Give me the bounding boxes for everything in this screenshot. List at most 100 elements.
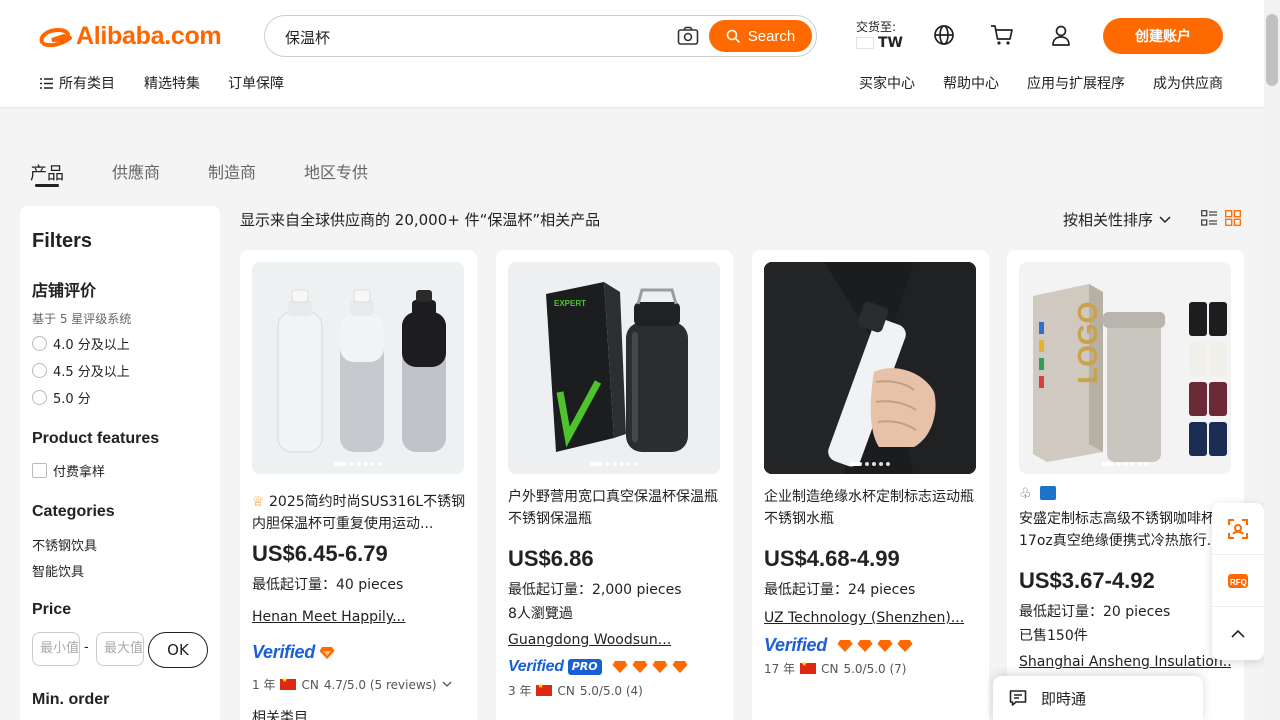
rating-option-4-0[interactable]: 4.0 分及以上: [32, 334, 130, 353]
nav-become-supplier[interactable]: 成为供应商: [1153, 73, 1223, 93]
pro-label: PRO: [567, 659, 602, 675]
rating-option-4-5[interactable]: 4.5 分及以上: [32, 361, 130, 380]
floating-toolbar: RFQ: [1212, 503, 1264, 660]
diamond-icon: [857, 639, 873, 652]
supplier-rating[interactable]: 4.7/5.0 (5 reviews): [324, 678, 437, 692]
tab-manufacturers[interactable]: 制造商: [208, 159, 256, 183]
nav-order-protection[interactable]: 订单保障: [228, 73, 284, 93]
radio-button[interactable]: [32, 390, 47, 405]
price-ok-button[interactable]: OK: [148, 632, 208, 668]
product-title[interactable]: ♕ 2025简约时尚SUS316L不锈钢内胆保温杯可重复使用运动...: [252, 491, 466, 535]
product-title[interactable]: 企业制造绝缘水杯定制标志运动瓶不锈钢水瓶: [764, 486, 978, 530]
feature-option-label: 付费拿样: [53, 465, 106, 480]
search-button[interactable]: Search: [709, 20, 812, 52]
image-scan-icon[interactable]: [1212, 503, 1264, 555]
all-categories-menu[interactable]: 所有类目: [40, 73, 115, 93]
rating-option-label: 5.0 分: [53, 392, 91, 407]
tab-suppliers[interactable]: 供應商: [112, 159, 160, 183]
nav-featured[interactable]: 精选特集: [144, 73, 200, 93]
rfq-icon[interactable]: RFQ: [1212, 555, 1264, 607]
chat-label: 即時通: [1041, 689, 1087, 708]
deliver-label: 交货至:: [856, 20, 897, 34]
chat-bar[interactable]: 即時通: [993, 676, 1203, 720]
verified-badge: Verified: [252, 642, 335, 663]
product-image[interactable]: [252, 262, 464, 474]
price-min-input[interactable]: 最小值: [32, 632, 80, 666]
supplier-meta: 17 年 CN 5.0/5.0 (7): [764, 660, 906, 677]
product-card[interactable]: EXPERT 户外野营用宽口真空保温杯保温瓶不锈钢保温瓶 US$6.86 最低起…: [496, 250, 733, 720]
min-order-heading: Min. order: [32, 691, 110, 708]
radio-button[interactable]: [32, 336, 47, 351]
sort-dropdown[interactable]: 按相关性排序: [1063, 209, 1171, 230]
supplier-rating[interactable]: 5.0/5.0 (7): [843, 662, 906, 676]
verified-label: Verified: [764, 635, 827, 655]
rating-note: 基于 5 星评级系统: [32, 312, 132, 326]
nav-buyer-center[interactable]: 买家中心: [859, 73, 915, 93]
viewed-count: 8人瀏覽過: [508, 606, 573, 622]
rating-option-5-0[interactable]: 5.0 分: [32, 388, 91, 407]
product-image[interactable]: EXPERT: [508, 262, 720, 474]
supplier-country: CN: [557, 683, 575, 698]
active-tab-indicator: [35, 184, 59, 187]
moq-label: 最低起订量：: [252, 577, 336, 593]
nav-help-center[interactable]: 帮助中心: [943, 73, 999, 93]
category-stainless-drinkware[interactable]: 不锈钢饮具: [32, 535, 97, 554]
scrollbar-thumb[interactable]: [1266, 14, 1278, 86]
search-input[interactable]: [285, 25, 665, 49]
price-max-input[interactable]: 最大值: [96, 632, 144, 666]
deliver-country: TW: [878, 35, 903, 51]
radio-button[interactable]: [32, 363, 47, 378]
alibaba-logo[interactable]: Alibaba.com: [38, 22, 222, 51]
cart-icon[interactable]: [990, 24, 1014, 48]
supplier-rating[interactable]: 5.0/5.0 (4): [580, 684, 643, 698]
grid-view-icon[interactable]: [1225, 210, 1241, 226]
supplier-link[interactable]: Henan Meet Happily...: [252, 609, 464, 625]
diamond-icon: [877, 639, 893, 652]
product-card[interactable]: 企业制造绝缘水杯定制标志运动瓶不锈钢水瓶 US$4.68-4.99 最低起订量：…: [752, 250, 989, 720]
nav-apps-extensions[interactable]: 应用与扩展程序: [1027, 73, 1125, 93]
product-image[interactable]: [764, 262, 976, 474]
product-card[interactable]: LOGO ♧ 安盛定制标志高级不锈钢咖啡杯17oz真空绝缘便携式冷热旅行... …: [1007, 250, 1244, 720]
checkbox[interactable]: [32, 463, 47, 478]
features-heading: Product features: [32, 430, 160, 447]
image-search-icon[interactable]: [677, 26, 701, 48]
supplier-link[interactable]: UZ Technology (Shenzhen)...: [764, 610, 976, 626]
moq-label: 最低起订量：: [1019, 604, 1103, 620]
deliver-to-selector[interactable]: 交货至: TW: [856, 19, 903, 51]
chevron-down-icon: [1159, 215, 1171, 223]
product-title[interactable]: 安盛定制标志高级不锈钢咖啡杯17oz真空绝缘便携式冷热旅行...: [1019, 508, 1233, 552]
page-scrollbar[interactable]: [1264, 0, 1280, 720]
product-card[interactable]: ♕ 2025简约时尚SUS316L不锈钢内胆保温杯可重复使用运动... US$6…: [240, 250, 477, 720]
feature-paid-sample[interactable]: 付费拿样: [32, 461, 105, 480]
chevron-down-icon[interactable]: [442, 681, 452, 688]
search-icon: [726, 29, 740, 43]
user-icon[interactable]: [1050, 24, 1074, 48]
tab-products[interactable]: 产品: [30, 159, 64, 184]
crown-icon: ♕: [252, 494, 265, 510]
back-to-top-icon[interactable]: [1212, 607, 1264, 659]
list-view-icon[interactable]: [1201, 210, 1217, 226]
china-flag-icon: [536, 682, 553, 696]
globe-icon[interactable]: [933, 24, 957, 48]
verified-label: Verified: [252, 642, 315, 662]
verified-label: Verified: [508, 658, 564, 675]
product-price: US$6.45-6.79: [252, 541, 388, 566]
supplier-years: 17 年: [764, 662, 796, 676]
product-badges: ♧: [1019, 486, 1056, 502]
supplier-link[interactable]: Guangdong Woodsun...: [508, 632, 720, 648]
moq-label: 最低起订量：: [764, 582, 848, 598]
filters-title: Filters: [32, 230, 93, 252]
verified-badge: Verified: [764, 635, 913, 656]
product-image[interactable]: LOGO: [1019, 262, 1231, 474]
svg-text:RFQ: RFQ: [1230, 578, 1247, 587]
category-smart-drinkware[interactable]: 智能饮具: [32, 561, 84, 580]
product-title[interactable]: 户外野营用宽口真空保温杯保温瓶不锈钢保温瓶: [508, 486, 722, 530]
diamond-icon: [672, 661, 688, 673]
china-flag-icon: [800, 660, 817, 674]
signup-button[interactable]: 创建账户: [1103, 18, 1223, 54]
categories-heading: Categories: [32, 503, 115, 520]
tab-regional[interactable]: 地区专供: [304, 159, 368, 183]
supplier-link[interactable]: Shanghai Ansheng Insulation...: [1019, 654, 1231, 670]
country-flag-icon: [856, 37, 874, 49]
supplier-country: CN: [301, 677, 319, 692]
